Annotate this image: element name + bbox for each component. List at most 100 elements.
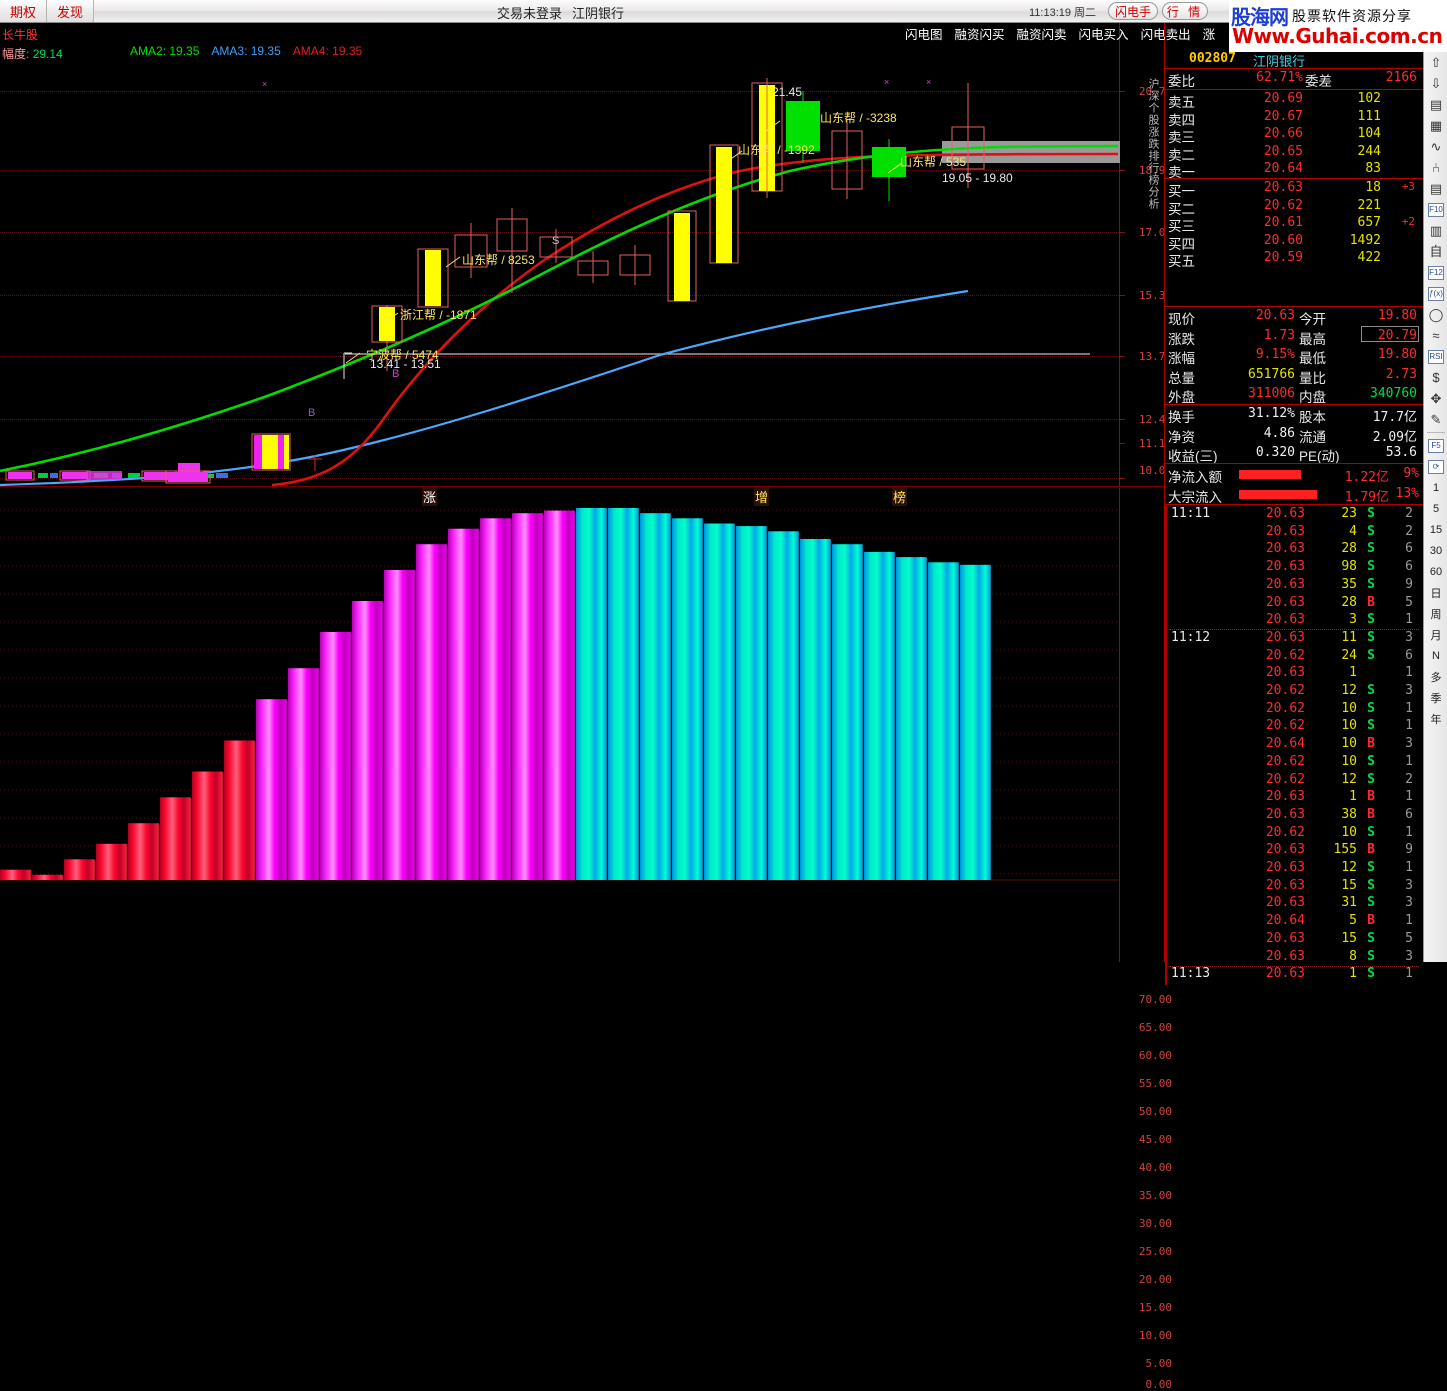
rsi-icon[interactable]: RSI [1424,346,1447,367]
tick-row[interactable]: 20.63 38 B 6 [1165,807,1423,825]
tick-row[interactable]: 20.62 24 S 6 [1165,648,1423,666]
tick-row[interactable]: 20.62 10 S 1 [1165,754,1423,772]
tick-side: B [1367,913,1375,929]
trade-login-status[interactable]: 交易未登录 [497,3,562,22]
ask-row[interactable]: 卖三 20.66 104 [1165,126,1423,145]
f12-icon[interactable]: F12 [1424,262,1447,283]
flash-sell-link[interactable]: 闪电卖出 [1141,24,1191,42]
checklist-icon-glyph: ▤ [1429,97,1443,112]
tick-count: 3 [1405,895,1413,911]
ask-row[interactable]: 卖一 20.64 83 [1165,161,1423,180]
tick-row[interactable]: 20.63 3 S 1 [1165,612,1423,630]
period-year[interactable]: 年 [1424,708,1447,729]
bid-row[interactable]: 买三 20.61 657 +2 [1165,215,1423,234]
circle-icon-glyph: ◯ [1428,307,1444,322]
ask-row[interactable]: 卖五 20.69 102 [1165,91,1423,110]
bid-row[interactable]: 买二 20.62 221 [1165,198,1423,217]
line-chart-icon[interactable]: ∿ [1424,136,1447,157]
tick-row[interactable]: 11:11 20.63 23 S 2 [1165,506,1423,524]
rise-link[interactable]: 涨 [1203,24,1216,42]
tick-row[interactable]: 20.63 4 S 2 [1165,524,1423,542]
formula-icon[interactable]: ƒ(x) [1424,283,1447,304]
period-day[interactable]: 日 [1424,582,1447,603]
checklist-icon[interactable]: ▤ [1424,94,1447,115]
tick-row[interactable]: 11:12 20.63 11 S 3 [1165,630,1423,648]
circle-icon[interactable]: ◯ [1424,304,1447,325]
tick-row[interactable]: 20.64 5 B 1 [1165,913,1423,931]
tick-row[interactable]: 20.63 35 S 9 [1165,577,1423,595]
tick-row[interactable]: 20.63 155 B 9 [1165,842,1423,860]
tick-row[interactable]: 20.62 12 S 2 [1165,772,1423,790]
menu-discover[interactable]: 发现 [47,0,94,22]
period-5[interactable]: 5 [1424,498,1447,519]
kline-panel[interactable]: 长牛股 幅度: 29.14 AMA2: 19.35 AMA3: 19.35 AM… [0,23,1172,487]
period-1[interactable]: 1 [1424,477,1447,498]
report-icon[interactable]: ▤ [1424,178,1447,199]
tick-volume: 23 [1341,506,1357,521]
flash-buy-link[interactable]: 闪电买入 [1079,24,1129,42]
arrow-up-icon[interactable]: ⇧ [1424,52,1447,73]
kline-title: 长牛股 [2,28,39,42]
f5-icon[interactable]: F5 [1424,435,1447,456]
tick-row[interactable]: 11:13 20.63 1 S 1 [1165,966,1423,984]
tick-row[interactable]: 20.63 28 B 5 [1165,595,1423,613]
f10-icon[interactable]: F10 [1424,199,1447,220]
flow-percent: 13% [1395,485,1419,501]
bid-row[interactable]: 买五 20.59 422 [1165,250,1423,269]
dollar-icon[interactable]: $ [1424,367,1447,388]
level-volume: 104 [1357,126,1381,142]
period-month[interactable]: 月 [1424,624,1447,645]
refresh-icon[interactable]: ⟳ [1424,456,1447,477]
tick-row[interactable]: 20.63 15 S 5 [1165,931,1423,949]
bid-row[interactable]: 买一 20.63 18 +3 [1165,180,1423,199]
tick-count: 9 [1405,842,1413,858]
histogram-panel[interactable]: 涨 增 榜 70.00 65.00 60.00 55.00 50.00 45.0… [0,487,1172,1391]
diff-value: 2166 [1385,70,1417,85]
stat-label-right: 流通 [1299,429,1326,445]
margin-flash-sell[interactable]: 融资闪卖 [1017,24,1067,42]
arrow-down-icon[interactable]: ⇩ [1424,73,1447,94]
notes-icon[interactable]: 自 [1424,241,1447,262]
tick-row[interactable]: 20.62 10 S 1 [1165,701,1423,719]
tick-row[interactable]: 20.63 1 B 1 [1165,789,1423,807]
tick-row[interactable]: 20.63 12 S 1 [1165,860,1423,878]
tick-price: 20.63 [1265,842,1305,858]
tick-row[interactable]: 20.63 8 S 3 [1165,949,1423,967]
ask-row[interactable]: 卖二 20.65 244 [1165,144,1423,163]
flash-hand-button[interactable]: 闪电手 [1108,2,1158,20]
refresh-icon-glyph: ⟳ [1428,459,1444,474]
pencil-icon[interactable]: ✎ [1424,409,1447,430]
level-volume: 422 [1357,250,1381,266]
bid-row[interactable]: 买四 20.60 1492 [1165,233,1423,252]
wave-icon[interactable]: ≈ [1424,325,1447,346]
period-multi[interactable]: 多 [1424,666,1447,687]
stat-value-right: 2.09亿 [1372,429,1417,445]
tick-list[interactable]: 11:11 20.63 23 S 2 20.63 4 S 2 20.63 28 S 6 20.63 98 S 6… [1165,506,1423,985]
quote-button[interactable]: 行 情 [1162,2,1208,20]
table-icon[interactable]: ▦ [1424,115,1447,136]
period-30[interactable]: 30 [1424,540,1447,561]
tick-row[interactable]: 20.64 10 B 3 [1165,736,1423,754]
tick-row[interactable]: 20.63 28 S 6 [1165,541,1423,559]
period-60[interactable]: 60 [1424,561,1447,582]
tick-row[interactable]: 20.63 1 1 [1165,665,1423,683]
move-icon[interactable]: ✥ [1424,388,1447,409]
tick-row[interactable]: 20.62 10 S 1 [1165,825,1423,843]
period-15[interactable]: 15 [1424,519,1447,540]
period-quarter[interactable]: 季 [1424,687,1447,708]
flash-chart-link[interactable]: 闪电图 [905,24,943,42]
ask-row[interactable]: 卖四 20.67 111 [1165,109,1423,128]
period-week[interactable]: 周 [1424,603,1447,624]
tick-side: S [1367,629,1375,645]
tick-row[interactable]: 20.63 98 S 6 [1165,559,1423,577]
candlestick-icon[interactable]: ⑃ [1424,157,1447,178]
tree-icon[interactable]: ▥ [1424,220,1447,241]
watermark-tagline: 股票软件资源分享 [1292,7,1412,24]
period-n[interactable]: N [1424,645,1447,666]
tick-row[interactable]: 20.62 12 S 3 [1165,683,1423,701]
tick-row[interactable]: 20.63 31 S 3 [1165,895,1423,913]
tick-row[interactable]: 20.63 15 S 3 [1165,878,1423,896]
tick-row[interactable]: 20.62 10 S 1 [1165,718,1423,736]
margin-flash-buy[interactable]: 融资闪买 [955,24,1005,42]
menu-options[interactable]: 期权 [0,0,47,22]
